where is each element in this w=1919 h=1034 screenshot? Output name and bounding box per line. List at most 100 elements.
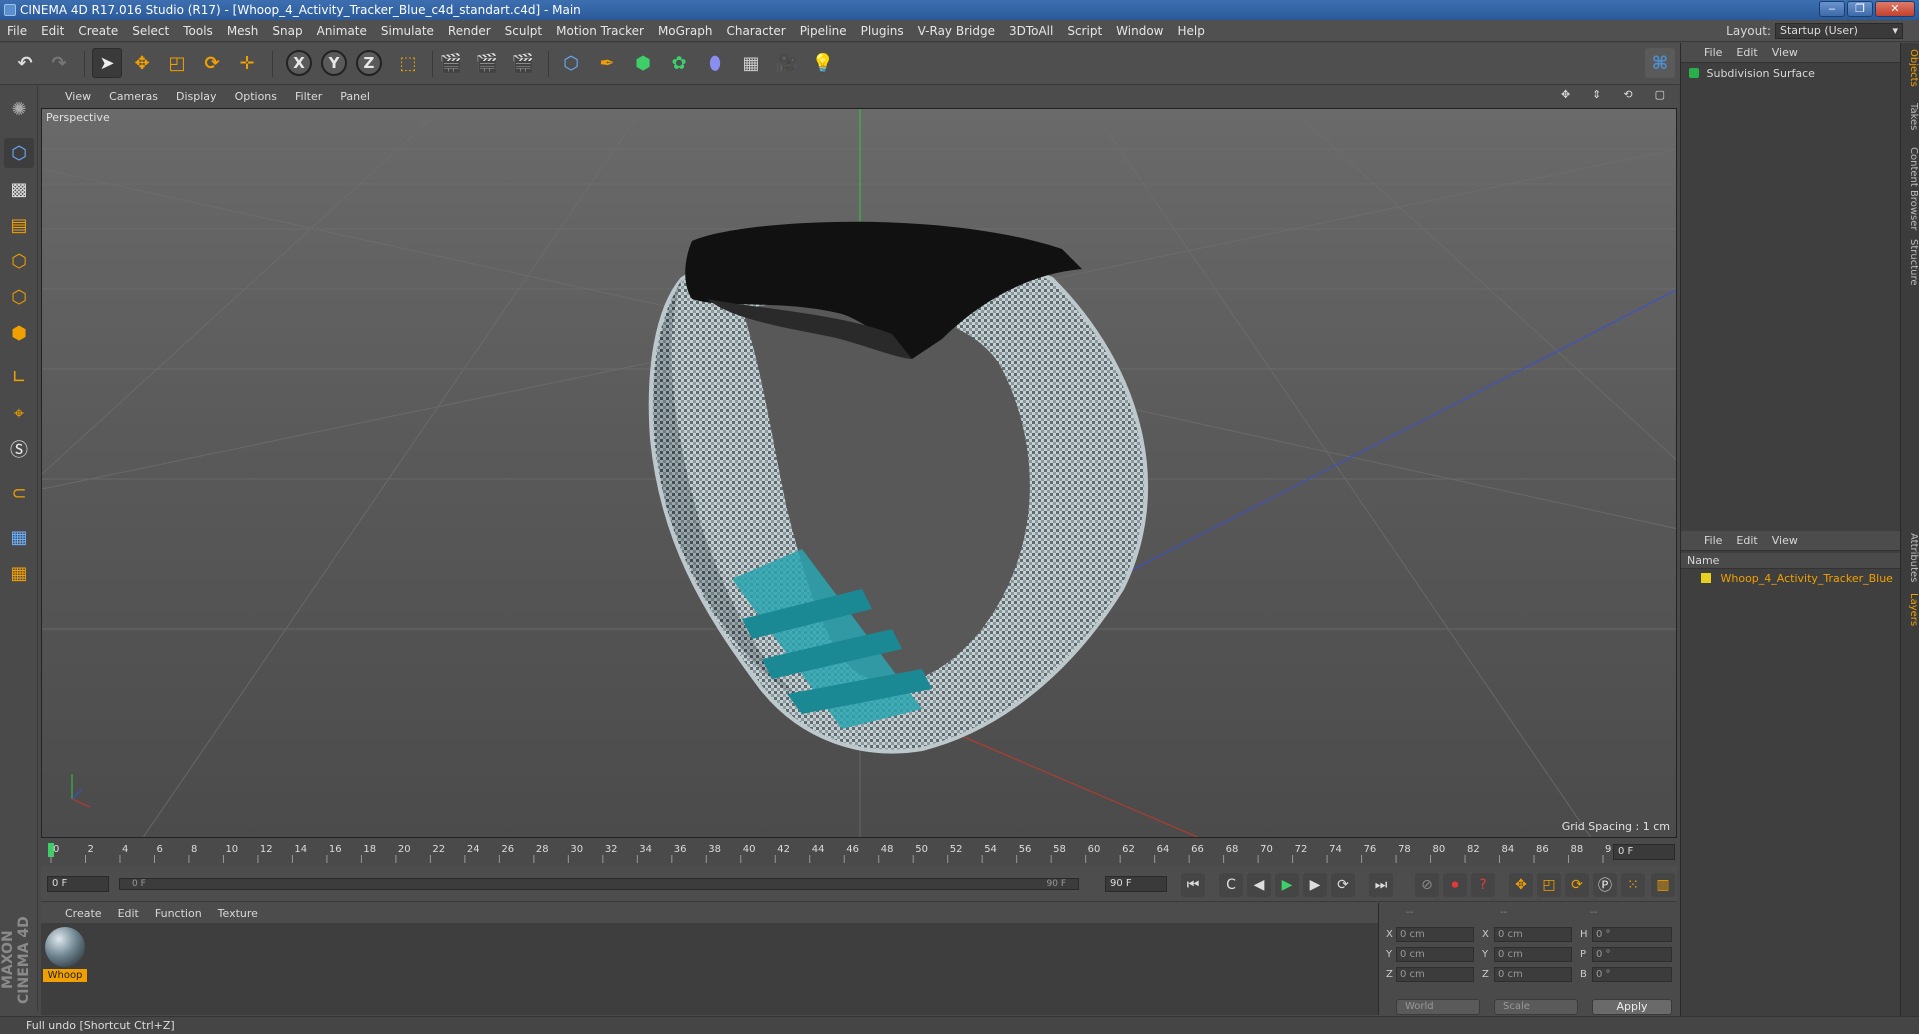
autokey-button[interactable]: ? xyxy=(1471,873,1495,897)
position-z-field[interactable]: 0 cm xyxy=(1396,967,1474,982)
light-button[interactable]: 💡 xyxy=(808,48,838,78)
python-button[interactable]: ⌘ xyxy=(1645,48,1675,78)
size-y-field[interactable]: 0 cm xyxy=(1494,947,1572,962)
menu-character[interactable]: Character xyxy=(719,20,792,42)
x-axis-lock-button[interactable]: X xyxy=(286,50,312,76)
tab-attributes[interactable]: Attributes xyxy=(1902,533,1919,582)
viewport-menu-view[interactable]: View xyxy=(56,90,100,103)
position-x-field[interactable]: 0 cm xyxy=(1396,927,1474,942)
previous-key-button[interactable]: C xyxy=(1219,873,1243,897)
menu-help[interactable]: Help xyxy=(1170,20,1211,42)
perspective-viewport[interactable]: Perspective Grid Spacing : 1 cm xyxy=(41,108,1677,838)
subdivision-surface-button[interactable]: ⬢ xyxy=(628,48,658,78)
menu-vray-bridge[interactable]: V-Ray Bridge xyxy=(911,20,1002,42)
size-mode-dropdown[interactable]: Scale xyxy=(1494,999,1578,1015)
objects-menu-view[interactable]: View xyxy=(1765,46,1805,59)
planar-workplane-button[interactable]: ▦ xyxy=(4,558,34,588)
menu-window[interactable]: Window xyxy=(1109,20,1170,42)
polygons-mode-button[interactable]: ⬢ xyxy=(4,318,34,348)
viewport-menu-panel[interactable]: Panel xyxy=(331,90,379,103)
next-frame-button[interactable]: ▶ xyxy=(1303,873,1327,897)
timeline-ruler[interactable]: 0 2 4 6 8 10 12 14 16 18 20 22 24 26 28 30 32 34 36 38 40 42 4… xyxy=(41,839,1677,865)
camera-button[interactable]: 🎥 xyxy=(772,48,802,78)
move-tool-button[interactable]: ✥ xyxy=(127,48,157,78)
menu-sculpt[interactable]: Sculpt xyxy=(498,20,549,42)
dolly-icon[interactable]: ⇕ xyxy=(1583,88,1610,101)
activity-tracker-model[interactable] xyxy=(648,221,1148,754)
lock-workplane-button[interactable]: ▦ xyxy=(4,522,34,552)
viewport-menu-options[interactable]: Options xyxy=(226,90,286,103)
tab-structure[interactable]: Structure xyxy=(1902,239,1919,286)
rotate-tool-button[interactable]: ⟳ xyxy=(197,48,227,78)
z-axis-lock-button[interactable]: Z xyxy=(356,50,382,76)
end-frame-field[interactable]: 90 F xyxy=(1105,876,1167,892)
render-picture-viewer-button[interactable]: 🎬 xyxy=(472,48,502,78)
play-button[interactable]: ▶ xyxy=(1275,873,1299,897)
tab-content-browser[interactable]: Content Browser xyxy=(1902,147,1919,230)
layer-row[interactable]: Whoop_4_Activity_Tracker_Blue xyxy=(1681,570,1901,588)
pan-icon[interactable]: ✥ xyxy=(1552,88,1579,101)
orbit-icon[interactable]: ⟲ xyxy=(1614,88,1641,101)
tab-takes[interactable]: Takes xyxy=(1902,103,1919,130)
tweak-mode-button[interactable]: ⌖ xyxy=(4,398,34,428)
recent-tools-button[interactable]: ✛ xyxy=(232,48,262,78)
minimize-button[interactable]: ‒ xyxy=(1819,1,1845,17)
material-swatch[interactable]: Whoop xyxy=(43,927,87,985)
motion-record-button[interactable]: ⊘ xyxy=(1415,873,1439,897)
menu-animate[interactable]: Animate xyxy=(310,20,374,42)
texture-mode-button[interactable]: ▩ xyxy=(4,174,34,204)
current-frame-field[interactable]: 0 F xyxy=(1613,844,1675,860)
undo-button[interactable]: ↶ xyxy=(10,48,40,78)
menu-mograph[interactable]: MoGraph xyxy=(651,20,720,42)
floor-button[interactable]: ▦ xyxy=(736,48,766,78)
position-y-field[interactable]: 0 cm xyxy=(1396,947,1474,962)
material-menu-function[interactable]: Function xyxy=(147,907,210,920)
coord-space-dropdown[interactable]: World xyxy=(1396,999,1480,1015)
next-key-button[interactable]: ⟳ xyxy=(1331,873,1355,897)
material-menu-edit[interactable]: Edit xyxy=(110,907,147,920)
frame-range-slider[interactable]: 0 F 90 F xyxy=(119,878,1079,890)
redo-button[interactable]: ↷ xyxy=(44,48,74,78)
viewport-menu-filter[interactable]: Filter xyxy=(286,90,331,103)
points-mode-button[interactable]: ⬡ xyxy=(4,246,34,276)
live-selection-button[interactable]: ➤ xyxy=(92,48,122,78)
menu-script[interactable]: Script xyxy=(1060,20,1109,42)
objects-menu-file[interactable]: File xyxy=(1697,46,1729,59)
menu-motion-tracker[interactable]: Motion Tracker xyxy=(549,20,651,42)
pen-spline-button[interactable]: ✒ xyxy=(592,48,622,78)
menu-render[interactable]: Render xyxy=(441,20,498,42)
menu-mesh[interactable]: Mesh xyxy=(220,20,266,42)
render-settings-button[interactable]: 🎬 xyxy=(508,48,538,78)
object-row-subdivision-surface[interactable]: Subdivision Surface xyxy=(1681,65,1901,83)
snap-button[interactable]: Ⓢ xyxy=(4,434,34,464)
menu-edit[interactable]: Edit xyxy=(34,20,71,42)
cube-object-button[interactable]: ⬡ xyxy=(556,48,586,78)
menu-simulate[interactable]: Simulate xyxy=(374,20,441,42)
timeline-window-button[interactable]: ▥ xyxy=(1651,873,1675,897)
scale-tool-button[interactable]: ◰ xyxy=(162,48,192,78)
size-x-field[interactable]: 0 cm xyxy=(1494,927,1572,942)
go-to-end-button[interactable]: ⏭ xyxy=(1369,873,1393,897)
make-editable-button[interactable]: ✺ xyxy=(4,94,34,124)
menu-select[interactable]: Select xyxy=(125,20,176,42)
layout-dropdown[interactable]: Startup (User) xyxy=(1775,23,1903,39)
menu-snap[interactable]: Snap xyxy=(265,20,309,42)
layers-menu-file[interactable]: File xyxy=(1697,534,1729,547)
menu-tools[interactable]: Tools xyxy=(176,20,220,42)
viewport-menu-display[interactable]: Display xyxy=(167,90,226,103)
workplane-mode-button[interactable]: ▤ xyxy=(4,210,34,240)
axis-mode-button[interactable]: ∟ xyxy=(4,362,34,392)
material-menu-create[interactable]: Create xyxy=(57,907,110,920)
layers-menu-view[interactable]: View xyxy=(1765,534,1805,547)
key-parameter-button[interactable]: Ⓟ xyxy=(1593,873,1617,897)
key-scale-button[interactable]: ◰ xyxy=(1537,873,1561,897)
edges-mode-button[interactable]: ⬡ xyxy=(4,282,34,312)
key-pla-button[interactable]: ⁙ xyxy=(1621,873,1645,897)
maximize-view-icon[interactable]: ▢ xyxy=(1646,88,1674,101)
apply-button[interactable]: Apply xyxy=(1592,999,1672,1015)
go-to-start-button[interactable]: ⏮ xyxy=(1181,873,1205,897)
coordinate-system-button[interactable]: ⬚ xyxy=(393,48,423,78)
key-rotation-button[interactable]: ⟳ xyxy=(1565,873,1589,897)
layer-color-swatch[interactable] xyxy=(1701,573,1711,583)
cloner-button[interactable]: ✿ xyxy=(664,48,694,78)
